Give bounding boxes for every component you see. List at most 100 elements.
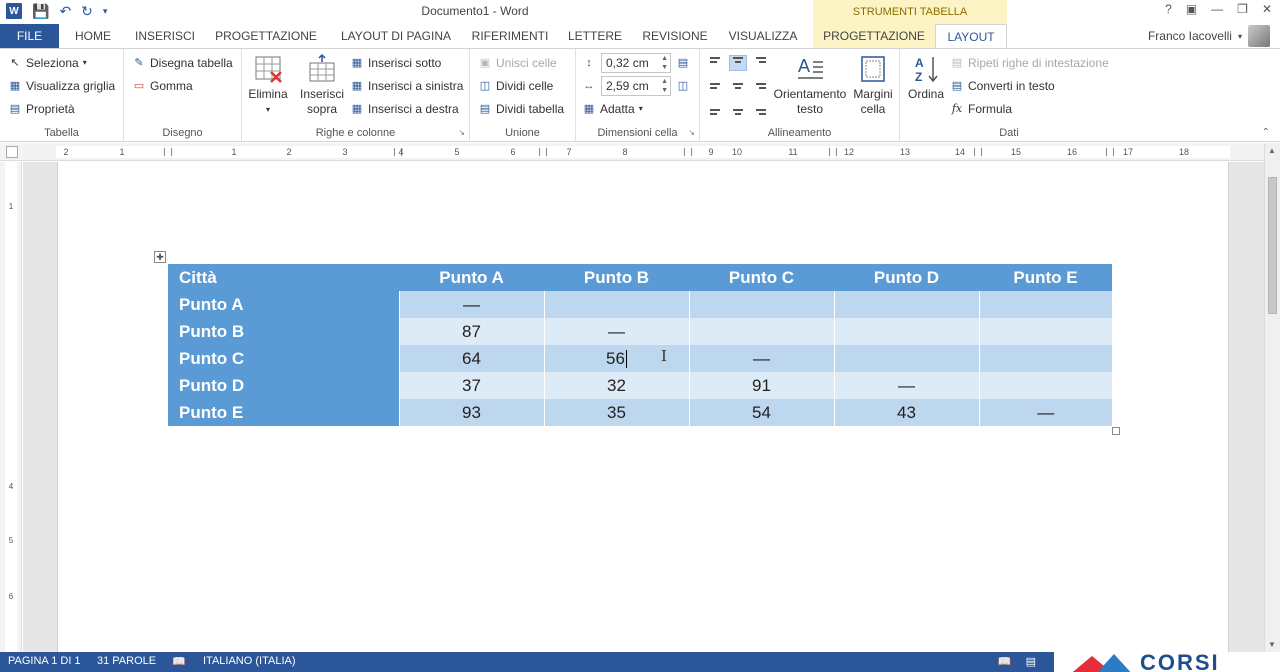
ripeti-righe-intestazione-button[interactable]: ▤ Ripeti righe di intestazione [950, 53, 1109, 73]
distribute-columns-icon[interactable]: ◫ [676, 76, 690, 96]
scrollbar-thumb[interactable] [1268, 177, 1277, 314]
table-cell[interactable]: 54 [688, 399, 834, 426]
user-dropdown-icon[interactable]: ▾ [1238, 32, 1242, 41]
print-layout-icon[interactable]: ▤ [1026, 655, 1036, 668]
scroll-down-icon[interactable]: ▼ [1268, 640, 1276, 649]
gomma-button[interactable]: ▭ Gomma [132, 76, 193, 96]
column-marker[interactable] [539, 148, 547, 156]
table-cell[interactable]: 43 [833, 399, 979, 426]
ordina-button[interactable]: AZ Ordina [904, 53, 948, 102]
column-width-input[interactable]: 2,59 cm ▲ ▼ [601, 76, 671, 96]
table-cell[interactable]: 64 [398, 345, 544, 372]
tab-file[interactable]: FILE [0, 24, 59, 48]
table-cell[interactable] [688, 318, 834, 345]
table-cell[interactable] [978, 291, 1112, 318]
visualizza-griglia-button[interactable]: ▦ Visualizza griglia [8, 76, 115, 96]
restore-icon[interactable]: ❐ [1237, 2, 1248, 16]
column-marker[interactable] [829, 148, 837, 156]
inserisci-sinistra-button[interactable]: ▦ Inserisci a sinistra [350, 76, 464, 96]
active-table-cell[interactable]: 56 [543, 345, 689, 372]
orientamento-testo-button[interactable]: A Orientamento testo [770, 53, 850, 117]
proofing-icon[interactable]: 📖 [172, 655, 186, 668]
table-header-cell[interactable]: Punto C [689, 264, 834, 291]
table-cell[interactable] [978, 345, 1112, 372]
table-cell[interactable] [833, 345, 979, 372]
align-top-right-icon[interactable] [752, 56, 768, 70]
align-top-center-icon[interactable] [729, 55, 747, 71]
disegna-tabella-button[interactable]: ✎ Disegna tabella [132, 53, 232, 73]
proprieta-button[interactable]: ▤ Proprietà [8, 99, 75, 119]
table-header-cell[interactable]: Punto D [834, 264, 979, 291]
tab-selector[interactable] [6, 146, 18, 158]
page-count[interactable]: PAGINA 1 DI 1 [8, 655, 81, 667]
dialog-launcher-icon[interactable]: ↘ [458, 128, 465, 137]
align-middle-right-icon[interactable] [752, 79, 768, 93]
table-header-cell[interactable]: Punto A [399, 264, 544, 291]
column-marker[interactable] [684, 148, 692, 156]
table-header-cell[interactable]: Punto E [979, 264, 1112, 291]
row-height-input[interactable]: 0,32 cm ▲ ▼ [601, 53, 671, 73]
table-cell[interactable]: — [978, 399, 1112, 426]
table-cell[interactable] [978, 318, 1112, 345]
close-icon[interactable]: ✕ [1262, 2, 1272, 16]
row-header-cell[interactable]: Punto E [168, 399, 399, 426]
tab-progettazione[interactable]: PROGETTAZIONE [210, 24, 322, 48]
table-cell[interactable]: 91 [688, 372, 834, 399]
table-resize-handle[interactable] [1112, 427, 1120, 435]
table-cell[interactable] [688, 291, 834, 318]
tab-inserisci[interactable]: INSERISCI [130, 24, 200, 48]
tab-revisione[interactable]: REVISIONE [638, 24, 712, 48]
align-bottom-right-icon[interactable] [752, 102, 768, 116]
unisci-celle-button[interactable]: ▣ Unisci celle [478, 53, 557, 73]
align-middle-left-icon[interactable] [708, 79, 724, 93]
distribute-rows-icon[interactable]: ▤ [676, 53, 690, 73]
tab-lettere[interactable]: LETTERE [564, 24, 626, 48]
inserisci-sotto-button[interactable]: ▦ Inserisci sotto [350, 53, 442, 73]
table-cell[interactable]: 37 [398, 372, 544, 399]
row-header-cell[interactable]: Punto C [168, 345, 399, 372]
table-cell[interactable]: 32 [543, 372, 689, 399]
converti-in-testo-button[interactable]: ▤ Converti in testo [950, 76, 1055, 96]
table-cell[interactable]: — [688, 345, 834, 372]
column-marker[interactable] [1106, 148, 1114, 156]
align-bottom-center-icon[interactable] [730, 102, 746, 116]
table-cell[interactable] [543, 291, 689, 318]
read-mode-icon[interactable]: 📖 [998, 655, 1012, 668]
table-cell[interactable]: 93 [398, 399, 544, 426]
row-header-cell[interactable]: Punto A [168, 291, 399, 318]
table-header-cell[interactable]: Punto B [544, 264, 689, 291]
avatar[interactable] [1248, 25, 1270, 47]
tab-layout-di-pagina[interactable]: LAYOUT DI PAGINA [332, 24, 460, 48]
tab-table-progettazione[interactable]: PROGETTAZIONE [813, 24, 935, 48]
table-cell[interactable]: 87 [398, 318, 544, 345]
row-header-cell[interactable]: Punto D [168, 372, 399, 399]
row-header-cell[interactable]: Punto B [168, 318, 399, 345]
align-top-left-icon[interactable] [708, 56, 724, 70]
tab-layout[interactable]: LAYOUT [935, 24, 1007, 49]
adatta-button[interactable]: ▦ Adatta ▾ [582, 99, 643, 119]
word-count[interactable]: 31 PAROLE [97, 655, 156, 667]
vertical-ruler-track[interactable]: 1 4 5 6 [5, 162, 17, 652]
table-header-cell[interactable]: Città [168, 264, 399, 291]
elimina-button[interactable]: Elimina ▾ [246, 53, 290, 117]
seleziona-button[interactable]: ↖ Seleziona ▾ [8, 53, 86, 73]
ruler-track[interactable]: 2 1 1 2 3 4 5 6 7 8 9 10 11 12 13 14 15 … [56, 146, 1230, 158]
tab-visualizza[interactable]: VISUALIZZA [722, 24, 804, 48]
table-move-handle-icon[interactable]: ✚ [154, 251, 166, 263]
distance-table[interactable]: Città Punto A Punto B Punto C Punto D Pu… [168, 264, 1112, 426]
spinner-arrows-icon[interactable]: ▲ ▼ [661, 77, 668, 95]
dividi-celle-button[interactable]: ◫ Dividi celle [478, 76, 554, 96]
align-bottom-left-icon[interactable] [708, 102, 724, 116]
column-marker[interactable] [164, 148, 172, 156]
table-cell[interactable]: — [398, 291, 544, 318]
align-middle-center-icon[interactable] [730, 79, 746, 93]
ribbon-display-icon[interactable]: ▣ [1186, 2, 1197, 16]
collapse-ribbon-icon[interactable]: ⌃ [1262, 127, 1270, 138]
table-cell[interactable] [833, 318, 979, 345]
language[interactable]: ITALIANO (ITALIA) [203, 655, 296, 667]
scroll-up-icon[interactable]: ▲ [1268, 146, 1276, 155]
table-cell[interactable]: — [543, 318, 689, 345]
table-cell[interactable] [978, 372, 1112, 399]
table-cell[interactable] [833, 291, 979, 318]
tab-riferimenti[interactable]: RIFERIMENTI [468, 24, 552, 48]
